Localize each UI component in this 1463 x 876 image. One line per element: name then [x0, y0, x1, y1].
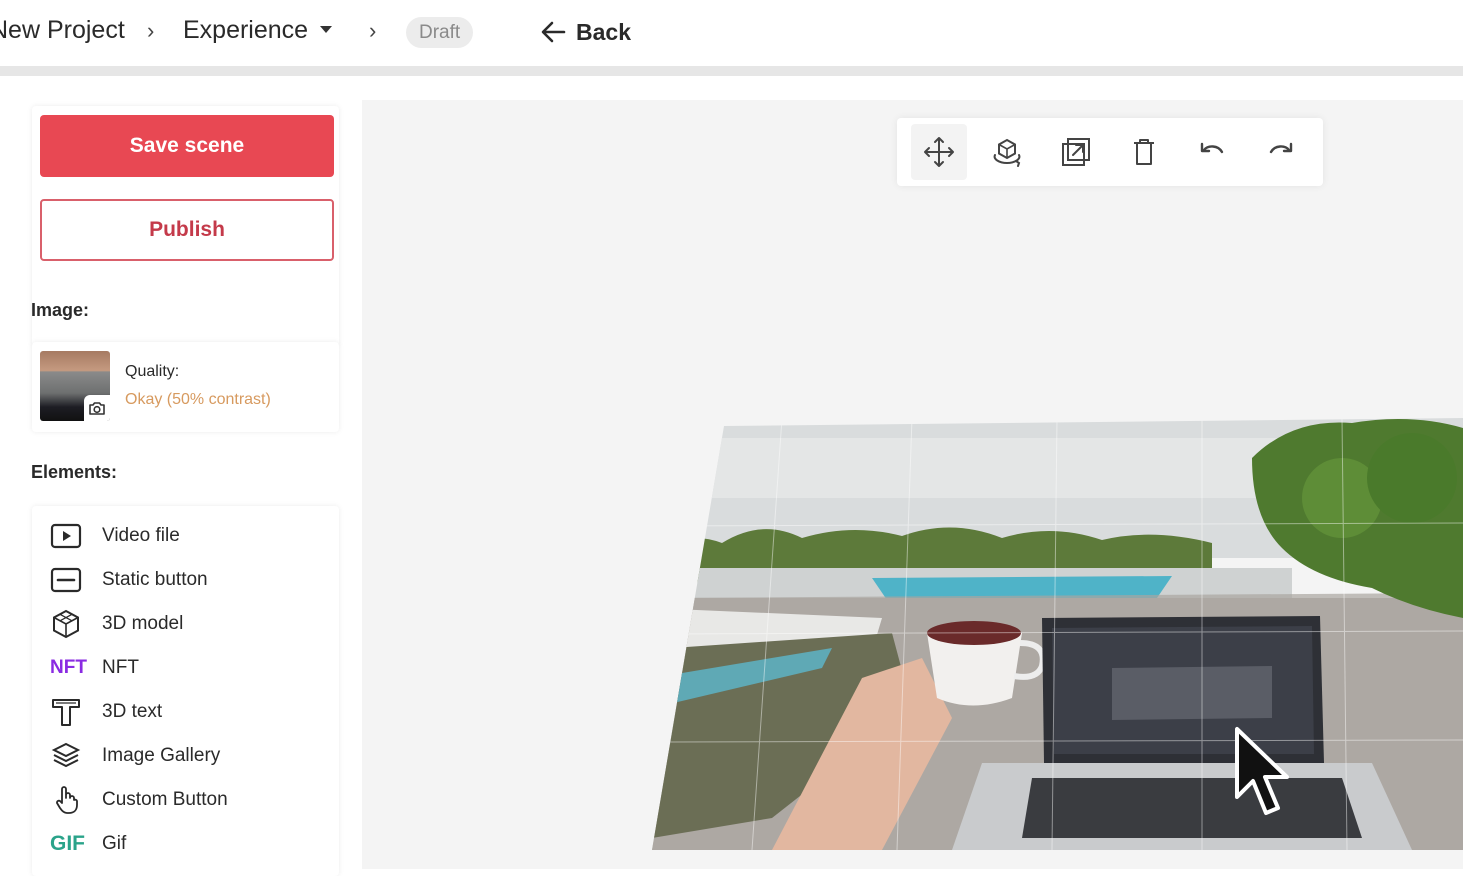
element-label: 3D text	[102, 701, 163, 722]
rotate-tool-button[interactable]	[979, 124, 1035, 180]
status-badge: Draft	[406, 17, 474, 48]
top-bar-divider	[0, 66, 1463, 76]
quality-label: Quality:	[125, 363, 180, 380]
mouse-cursor-icon	[1235, 727, 1289, 815]
breadcrumb-separator: ›	[147, 18, 155, 43]
breadcrumb-experience-dropdown[interactable]: Experience	[183, 16, 333, 45]
transform-toolbar	[897, 118, 1323, 186]
redo-icon	[1269, 142, 1292, 154]
element-label: Custom Button	[102, 789, 228, 810]
quality-value: Okay (50% contrast)	[125, 391, 271, 408]
save-scene-button[interactable]: Save scene	[40, 115, 334, 177]
breadcrumb-experience-label: Experience	[183, 16, 309, 44]
element-label: 3D model	[102, 613, 184, 634]
delete-tool-button[interactable]	[1116, 124, 1172, 180]
trash-icon	[1134, 139, 1155, 165]
video-file-icon	[50, 519, 88, 553]
elements-section-heading: Elements:	[31, 462, 118, 482]
image-section-heading: Image:	[31, 300, 90, 320]
breadcrumb-project[interactable]: New Project	[0, 16, 125, 45]
element-label: Gif	[102, 833, 127, 854]
element-label: Video file	[102, 525, 180, 546]
move-icon	[924, 137, 955, 167]
scale-icon	[1061, 138, 1090, 166]
elements-list: Video file Static button 3D model NFT NF…	[32, 506, 339, 876]
publish-button[interactable]: Publish	[40, 199, 334, 261]
text-3d-icon	[50, 695, 88, 729]
rotate-3d-icon	[994, 138, 1021, 167]
scale-tool-button[interactable]	[1048, 124, 1104, 180]
gallery-icon	[50, 739, 88, 773]
element-item-image-gallery[interactable]: Image Gallery	[50, 739, 330, 773]
breadcrumb-separator: ›	[369, 18, 377, 43]
chevron-down-icon	[320, 25, 333, 33]
image-card: Quality: Okay (50% contrast)	[32, 342, 339, 432]
move-tool-button[interactable]	[911, 124, 968, 180]
sidebar: Save scene Publish Image: Quality: Okay …	[0, 76, 355, 876]
element-label: Static button	[102, 569, 208, 590]
static-button-icon	[50, 563, 88, 597]
element-item-video-file[interactable]: Video file	[50, 519, 330, 553]
redo-tool-button[interactable]	[1253, 124, 1309, 180]
undo-tool-button[interactable]	[1184, 124, 1240, 180]
element-label: NFT	[102, 657, 139, 678]
undo-icon	[1201, 142, 1224, 154]
nft-icon: NFT	[50, 657, 87, 678]
cube-icon	[50, 607, 88, 641]
back-button-label: Back	[576, 18, 631, 45]
gif-icon: GIF	[50, 832, 85, 855]
element-item-nft[interactable]: NFT NFT	[50, 651, 330, 685]
camera-icon[interactable]	[84, 395, 110, 421]
element-item-3d-model[interactable]: 3D model	[50, 607, 330, 641]
arrow-left-icon	[541, 21, 566, 43]
top-bar: New Project › Experience › Draft Back	[0, 0, 1463, 66]
element-item-3d-text[interactable]: 3D text	[50, 695, 330, 729]
pointer-hand-icon	[50, 783, 88, 817]
scene-photo	[652, 418, 1463, 850]
element-item-gif[interactable]: GIF Gif	[50, 827, 330, 861]
element-label: Image Gallery	[102, 745, 221, 766]
image-thumbnail[interactable]	[40, 351, 110, 421]
scene-image-plane[interactable]	[652, 418, 1463, 850]
element-item-static-button[interactable]: Static button	[50, 563, 330, 597]
element-item-custom-button[interactable]: Custom Button	[50, 783, 330, 817]
back-button[interactable]: Back	[540, 16, 631, 48]
